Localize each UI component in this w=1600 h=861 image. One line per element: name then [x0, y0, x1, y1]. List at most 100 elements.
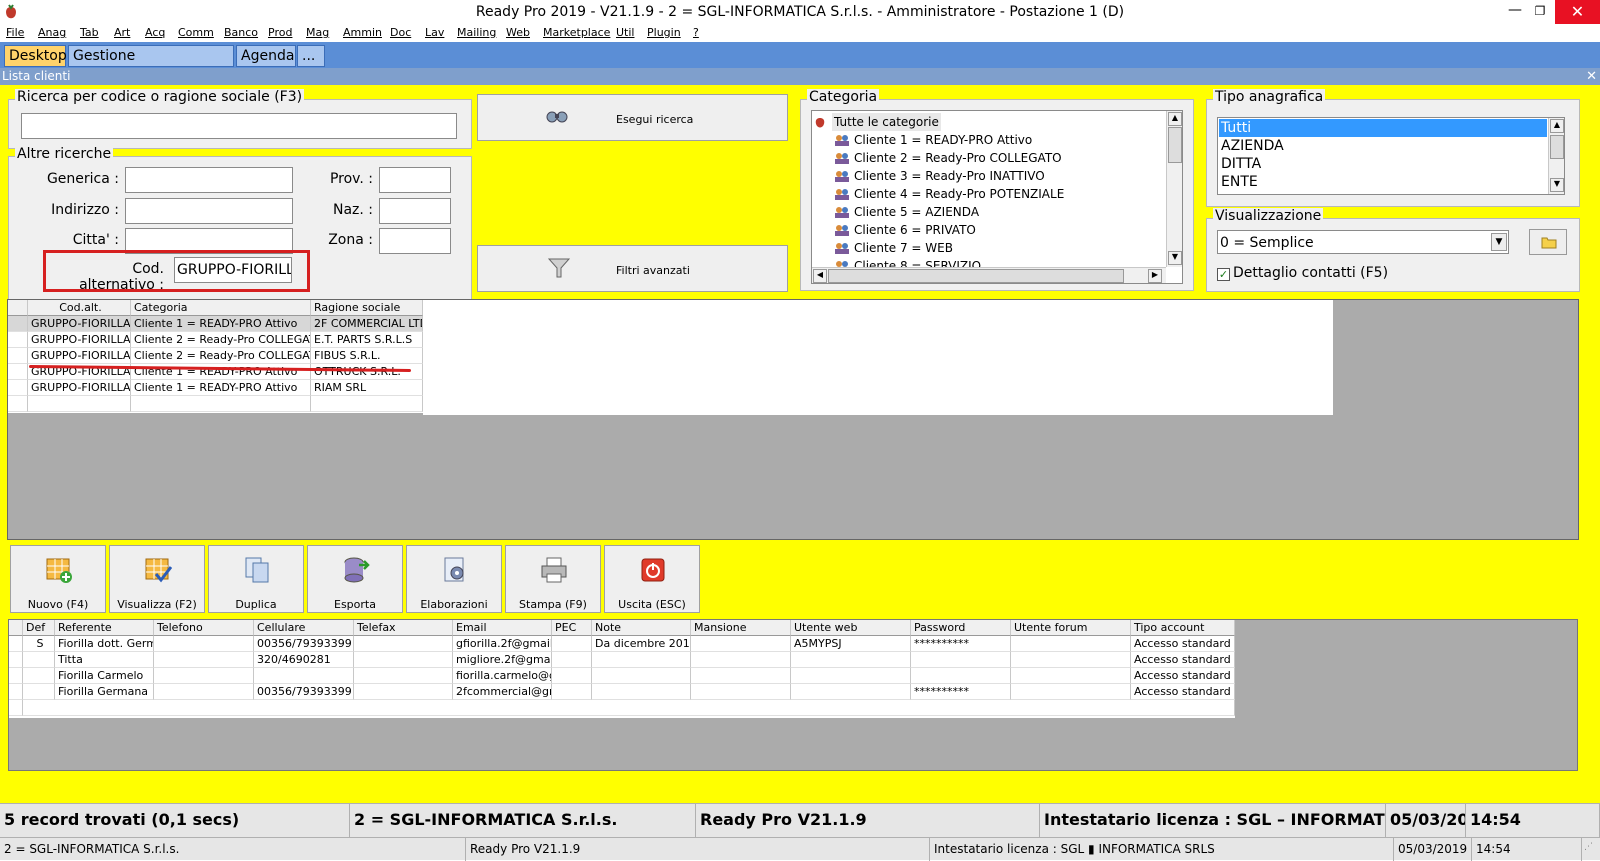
category-tree[interactable]: Tutte le categorie Cliente 1 = READY-PRO…	[811, 110, 1183, 284]
tab-more[interactable]: ...	[297, 45, 325, 67]
restore-button[interactable]: ❐	[1525, 0, 1555, 24]
category-item[interactable]: Cliente 3 = Ready-Pro INATTIVO	[834, 167, 1045, 185]
menu-ammin[interactable]: Ammin	[343, 26, 382, 39]
category-item[interactable]: Cliente 2 = Ready-Pro COLLEGATO	[834, 149, 1062, 167]
close-window-button[interactable]: ✕	[1555, 0, 1600, 24]
scroll-up-arrow[interactable]: ▲	[1168, 112, 1182, 126]
category-item[interactable]: Cliente 5 = AZIENDA	[834, 203, 979, 221]
menu-help[interactable]: ?	[693, 26, 699, 39]
table-row[interactable]: Titta 320/4690281 migliore.2f@gmail.c Ac…	[9, 652, 1235, 668]
column-header-email[interactable]: Email	[453, 620, 552, 636]
column-header-mansione[interactable]: Mansione	[691, 620, 791, 636]
table-row[interactable]: GRUPPO-FIORILLA Cliente 2 = Ready-Pro CO…	[8, 348, 423, 364]
tab-desktop[interactable]: Desktop	[4, 45, 67, 67]
scroll-right-arrow[interactable]: ▶	[1148, 269, 1162, 283]
scroll-down-arrow[interactable]: ▼	[1168, 251, 1182, 265]
category-item[interactable]: Cliente 4 = Ready-Pro POTENZIALE	[834, 185, 1064, 203]
menu-web[interactable]: Web	[506, 26, 530, 39]
indirizzo-input[interactable]	[125, 198, 293, 224]
dettaglio-checkbox[interactable]: ✓	[1217, 268, 1230, 281]
hscroll-thumb[interactable]	[828, 269, 1124, 283]
new-button[interactable]: Nuovo (F4)	[10, 545, 106, 613]
tipo-item[interactable]: DITTA	[1219, 155, 1547, 173]
table-row[interactable]: S Fiorilla dott. Germar 00356/79393399 g…	[9, 636, 1235, 652]
tipo-scrollbar[interactable]: ▲ ▼	[1548, 118, 1564, 194]
column-header-pec[interactable]: PEC	[552, 620, 592, 636]
category-item[interactable]: Cliente 7 = WEB	[834, 239, 953, 257]
menu-bar: File Anag Tab Art Acq Comm Banco Prod Ma…	[0, 24, 1600, 42]
visualizzazione-select[interactable]: 0 = Semplice ▼	[1217, 230, 1509, 254]
scroll-up-arrow[interactable]: ▲	[1550, 119, 1564, 133]
scroll-left-arrow[interactable]: ◀	[813, 269, 827, 283]
prov-input[interactable]	[379, 167, 451, 193]
column-header-referente[interactable]: Referente	[55, 620, 154, 636]
category-item[interactable]: Cliente 1 = READY-PRO Attivo	[834, 131, 1032, 149]
menu-prod[interactable]: Prod	[268, 26, 292, 39]
tipo-item-selected[interactable]: Tutti	[1219, 119, 1547, 137]
menu-comm[interactable]: Comm	[178, 26, 214, 39]
advanced-filters-button[interactable]: Filtri avanzati	[477, 245, 788, 292]
menu-plugin[interactable]: Plugin	[647, 26, 681, 39]
tab-agenda[interactable]: Agenda	[236, 45, 296, 67]
column-header-ragione-sociale[interactable]: Ragione sociale	[311, 300, 423, 316]
print-button[interactable]: Stampa (F9)	[505, 545, 601, 613]
scroll-down-arrow[interactable]: ▼	[1550, 178, 1564, 192]
column-header-def[interactable]: Def	[23, 620, 55, 636]
scroll-thumb[interactable]	[1168, 127, 1182, 163]
chevron-down-icon[interactable]: ▼	[1491, 233, 1507, 251]
cell-tipo-account: Accesso standard	[1131, 636, 1235, 652]
column-header-telefono[interactable]: Telefono	[154, 620, 254, 636]
run-search-button[interactable]: Esegui ricerca	[477, 94, 788, 141]
table-row[interactable]: GRUPPO-FIORILLA Cliente 1 = READY-PRO At…	[8, 316, 423, 332]
column-header-cod-alt[interactable]: Cod.alt.	[28, 300, 131, 316]
menu-mailing[interactable]: Mailing	[457, 26, 496, 39]
export-button[interactable]: Esporta	[307, 545, 403, 613]
category-hscrollbar[interactable]: ◀ ▶	[812, 267, 1166, 283]
table-row[interactable]: GRUPPO-FIORILLA Cliente 1 = READY-PRO At…	[8, 380, 423, 396]
cod-alt-input[interactable]: GRUPPO-FIORILL	[174, 257, 292, 283]
tab-gestione-messaggistica[interactable]: Gestione messaggistica	[68, 45, 234, 84]
zona-input[interactable]	[379, 228, 451, 254]
menu-file[interactable]: File	[6, 26, 24, 39]
tipo-item[interactable]: ENTE	[1219, 173, 1547, 191]
menu-marketplace[interactable]: Marketplace	[543, 26, 610, 39]
column-header-utente-web[interactable]: Utente web	[791, 620, 911, 636]
close-form-button[interactable]: ✕	[1586, 68, 1597, 85]
menu-acq[interactable]: Acq	[145, 26, 165, 39]
menu-lav[interactable]: Lav	[425, 26, 444, 39]
tipo-anagrafica-list[interactable]: Tutti AZIENDA DITTA ENTE ▲ ▼	[1217, 117, 1565, 195]
menu-art[interactable]: Art	[114, 26, 130, 39]
table-row[interactable]: GRUPPO-FIORILLA Cliente 2 = Ready-Pro CO…	[8, 332, 423, 348]
table-row[interactable]: Fiorilla Germana 00356/79393399 2fcommer…	[9, 684, 1235, 700]
column-header-telefax[interactable]: Telefax	[354, 620, 453, 636]
menu-doc[interactable]: Doc	[390, 26, 411, 39]
menu-util[interactable]: Util	[616, 26, 634, 39]
column-header-utente-forum[interactable]: Utente forum	[1011, 620, 1131, 636]
naz-input[interactable]	[379, 198, 451, 224]
column-header-password[interactable]: Password	[911, 620, 1011, 636]
exit-button[interactable]: Uscita (ESC)	[604, 545, 700, 613]
column-header-tipo-account[interactable]: Tipo account	[1131, 620, 1235, 636]
tipo-item[interactable]: AZIENDA	[1219, 137, 1547, 155]
duplicate-button[interactable]: Duplica	[208, 545, 304, 613]
category-scrollbar[interactable]: ▲ ▼	[1166, 111, 1182, 267]
column-header-note[interactable]: Note	[592, 620, 691, 636]
generica-input[interactable]	[125, 167, 293, 193]
column-header-categoria[interactable]: Categoria	[131, 300, 311, 316]
menu-tab[interactable]: Tab	[80, 26, 99, 39]
search-input[interactable]	[21, 113, 457, 139]
processing-button[interactable]: Elaborazioni	[406, 545, 502, 613]
table-row[interactable]: Fiorilla Carmelo fiorilla.carmelo@gm Acc…	[9, 668, 1235, 684]
scroll-thumb[interactable]	[1550, 135, 1564, 159]
category-root[interactable]: Tutte le categorie	[832, 113, 941, 131]
view-button[interactable]: Visualizza (F2)	[109, 545, 205, 613]
menu-anag[interactable]: Anag	[38, 26, 66, 39]
column-header-cellulare[interactable]: Cellulare	[254, 620, 354, 636]
menu-banco[interactable]: Banco	[224, 26, 258, 39]
table-row-empty[interactable]	[8, 396, 423, 412]
resize-grip-icon[interactable]: ⋰	[1584, 842, 1596, 856]
menu-mag[interactable]: Mag	[306, 26, 329, 39]
table-row-empty[interactable]	[9, 700, 1235, 716]
folder-button[interactable]	[1529, 229, 1567, 255]
category-item[interactable]: Cliente 6 = PRIVATO	[834, 221, 976, 239]
